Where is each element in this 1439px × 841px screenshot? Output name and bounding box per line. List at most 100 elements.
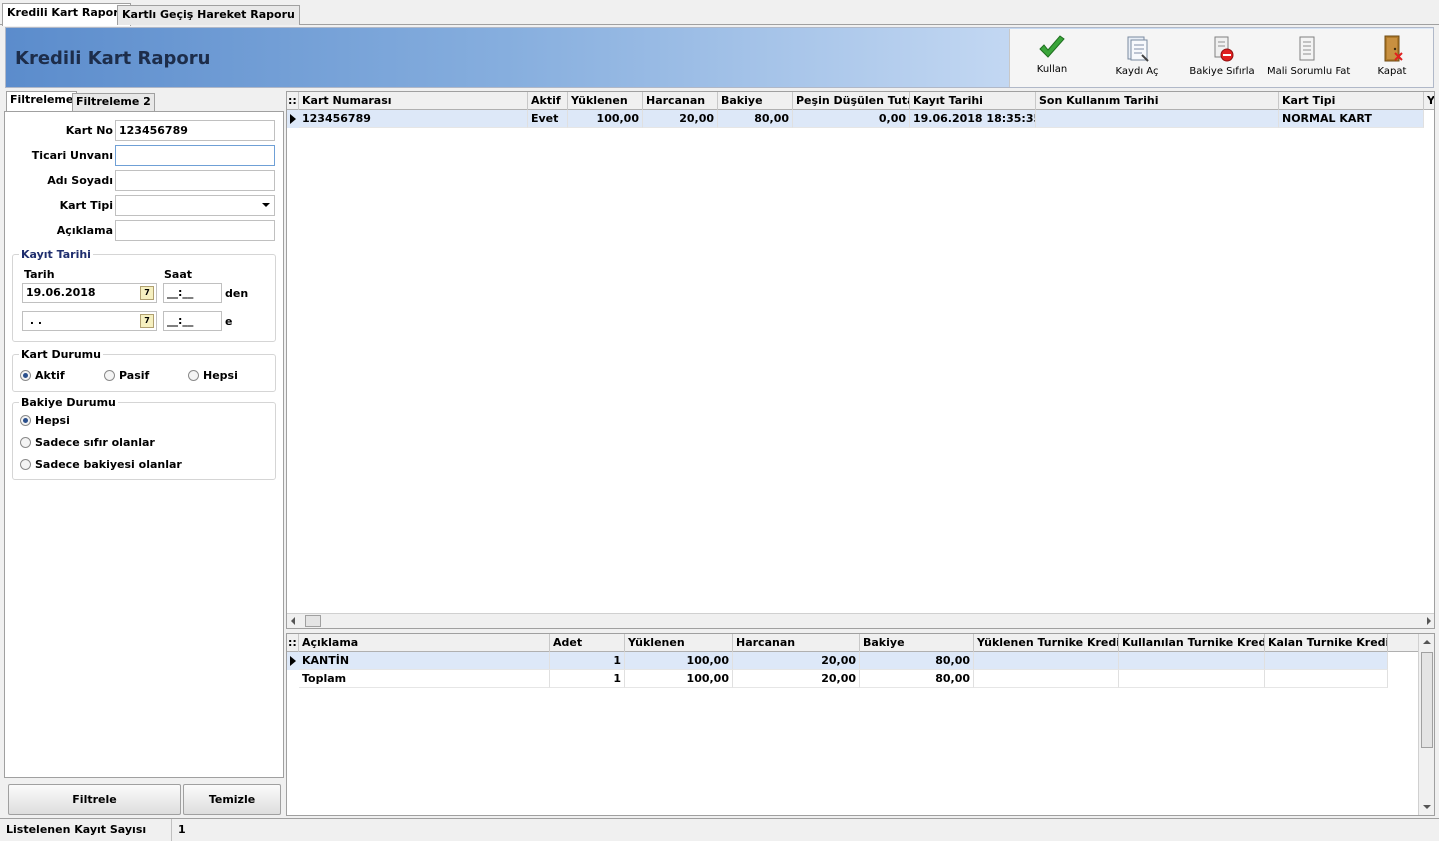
- to-date-input[interactable]: . . 7: [22, 311, 157, 331]
- col-kart-numarasi[interactable]: Kart Numarası: [299, 92, 528, 110]
- col-kalan-turnike-kredisi[interactable]: Kalan Turnike Kredisi: [1265, 634, 1388, 652]
- kayit-tarihi-title: Kayıt Tarihi: [19, 248, 93, 261]
- from-suffix: den: [225, 287, 249, 300]
- mali-sorumlu-fat-button[interactable]: Mali Sorumlu Fat: [1267, 31, 1350, 85]
- report-header: Kredili Kart Raporu Kullan Kaydı Aç Baki…: [5, 27, 1434, 88]
- cell-harcanan: 20,00: [733, 652, 860, 670]
- cell-pesin-dusulen-tutar: 0,00: [793, 110, 910, 128]
- status-divider: [171, 819, 172, 841]
- adi-soyadi-label: Adı Soyadı: [47, 174, 113, 187]
- scroll-thumb[interactable]: [1421, 652, 1433, 748]
- col-harcanan[interactable]: Harcanan: [643, 92, 718, 110]
- to-time-input[interactable]: __:__: [163, 311, 222, 331]
- kart-no-input[interactable]: 123456789: [115, 120, 275, 141]
- col-kayit-tarihi[interactable]: Kayıt Tarihi: [910, 92, 1036, 110]
- col-son-kullanim-tarihi[interactable]: Son Kullanım Tarihi: [1036, 92, 1279, 110]
- scroll-up-icon[interactable]: [1423, 640, 1431, 644]
- radio-sadece-sifir[interactable]: Sadece sıfır olanlar: [20, 436, 155, 449]
- aciklama-label: Açıklama: [56, 224, 113, 237]
- record-count-label: Listelenen Kayıt Sayısı: [6, 823, 147, 836]
- adi-soyadi-input[interactable]: [115, 170, 275, 191]
- main-grid-hscrollbar[interactable]: [287, 613, 1434, 628]
- kapat-button[interactable]: Kapat: [1352, 31, 1432, 85]
- calendar-icon[interactable]: 7: [140, 314, 154, 328]
- col-kart-tipi[interactable]: Kart Tipi: [1279, 92, 1424, 110]
- cell-harcanan: 20,00: [733, 670, 860, 688]
- record-count-value: 1: [178, 823, 186, 836]
- summary-grid-vscrollbar[interactable]: [1418, 634, 1434, 815]
- col-pesin-dusulen-tutar[interactable]: Peşin Düşülen Tutar: [793, 92, 910, 110]
- col-yuklenen-turnike-kredisi[interactable]: Yüklenen Turnike Kredisi: [974, 634, 1119, 652]
- cell-bakiye: 80,00: [718, 110, 793, 128]
- col-yuklenen[interactable]: Yüklenen: [625, 634, 733, 652]
- cell-adet: 1: [550, 670, 625, 688]
- cell-yuklenen-turnike-kredisi: [974, 670, 1119, 688]
- table-row[interactable]: KANTİN 1 100,00 20,00 80,00: [287, 652, 1388, 670]
- bakiye-durumu-group: Bakiye Durumu Hepsi Sadece sıfır olanlar…: [12, 396, 276, 480]
- tab-kartli-gecis-hareket-raporu[interactable]: Kartlı Geçiş Hareket Raporu: [117, 5, 300, 25]
- col-harcanan[interactable]: Harcanan: [733, 634, 860, 652]
- cell-harcanan: 20,00: [643, 110, 718, 128]
- tab-kredili-kart-raporu[interactable]: Kredili Kart Raporu: [2, 3, 132, 26]
- scroll-right-icon[interactable]: [1427, 617, 1431, 625]
- from-time-input[interactable]: __:__: [163, 283, 222, 303]
- table-row[interactable]: Toplam 1 100,00 20,00 80,00: [287, 670, 1388, 688]
- kart-durumu-title: Kart Durumu: [19, 348, 103, 361]
- tab-filtreleme[interactable]: Filtreleme: [6, 91, 78, 113]
- temizle-button[interactable]: Temizle: [183, 784, 281, 815]
- chevron-down-icon[interactable]: [262, 203, 270, 207]
- col-adet[interactable]: Adet: [550, 634, 625, 652]
- reset-balance-icon: [1214, 36, 1234, 62]
- col-bakiye[interactable]: Bakiye: [718, 92, 793, 110]
- checkmark-icon: [1039, 35, 1065, 58]
- cell-kart-tipi: NORMAL KART: [1279, 110, 1424, 128]
- scroll-down-icon[interactable]: [1423, 805, 1431, 809]
- col-bakiye[interactable]: Bakiye: [860, 634, 974, 652]
- grid-corner: ::: [287, 92, 299, 110]
- col-aciklama[interactable]: Açıklama: [299, 634, 550, 652]
- cell-aciklama: Toplam: [299, 670, 550, 688]
- table-row[interactable]: 123456789 Evet 100,00 20,00 80,00 0,00 1…: [287, 110, 1424, 128]
- radio-pasif[interactable]: Pasif: [104, 369, 149, 382]
- summary-grid-header: :: Açıklama Adet Yüklenen Harcanan Bakiy…: [287, 634, 1418, 652]
- row-indicator-icon: [290, 114, 296, 124]
- kart-durumu-group: Kart Durumu Aktif Pasif Hepsi: [12, 348, 276, 392]
- bakiye-sifirla-button[interactable]: Bakiye Sıfırla: [1182, 31, 1262, 85]
- kaydi-ac-button[interactable]: Kaydı Aç: [1097, 31, 1177, 85]
- radio-aktif[interactable]: Aktif: [20, 369, 65, 382]
- tab-filtreleme-2[interactable]: Filtreleme 2: [72, 93, 155, 112]
- row-indicator-icon: [290, 656, 296, 666]
- filter-panel: Filtreleme Filtreleme 2 Kart No 12345678…: [4, 90, 284, 780]
- saat-label: Saat: [164, 268, 193, 281]
- cell-yuklenen: 100,00: [625, 652, 733, 670]
- cell-aciklama: KANTİN: [299, 652, 550, 670]
- from-date-value: 19.06.2018: [26, 286, 96, 299]
- cell-adet: 1: [550, 652, 625, 670]
- page-title: Kredili Kart Raporu: [15, 48, 211, 69]
- cell-bakiye: 80,00: [860, 652, 974, 670]
- to-date-value: . .: [26, 314, 43, 327]
- grid-corner: ::: [287, 634, 299, 652]
- radio-bakiye-hepsi[interactable]: Hepsi: [20, 414, 70, 427]
- from-date-input[interactable]: 19.06.2018 7: [22, 283, 157, 303]
- scroll-thumb[interactable]: [305, 615, 321, 627]
- radio-sadece-bakiyesi[interactable]: Sadece bakiyesi olanlar: [20, 458, 182, 471]
- kart-tipi-select[interactable]: [115, 195, 275, 216]
- calendar-icon[interactable]: 7: [140, 286, 154, 300]
- status-bar: Listelenen Kayıt Sayısı 1: [0, 818, 1439, 841]
- cell-yuklenen-turnike-kredisi: [974, 652, 1119, 670]
- cell-yuklenen: 100,00: [625, 670, 733, 688]
- ticari-unvani-label: Ticari Unvanı: [31, 149, 113, 162]
- col-kullanilan-turnike-kredisi[interactable]: Kullanılan Turnike Kredisi: [1119, 634, 1265, 652]
- ticari-unvani-input[interactable]: [115, 145, 275, 166]
- radio-hepsi[interactable]: Hepsi: [188, 369, 238, 382]
- aciklama-input[interactable]: [115, 220, 275, 241]
- kullan-button[interactable]: Kullan: [1012, 31, 1092, 85]
- col-y[interactable]: Y: [1424, 92, 1434, 110]
- top-tab-bar: Kredili Kart Raporu Kartlı Geçiş Hareket…: [0, 0, 1439, 26]
- col-aktif[interactable]: Aktif: [528, 92, 568, 110]
- filtrele-button[interactable]: Filtrele: [8, 784, 181, 815]
- scroll-left-icon[interactable]: [291, 617, 295, 625]
- col-yuklenen[interactable]: Yüklenen: [568, 92, 643, 110]
- filter-form: Kart No 123456789 Ticari Unvanı Adı Soya…: [4, 111, 284, 778]
